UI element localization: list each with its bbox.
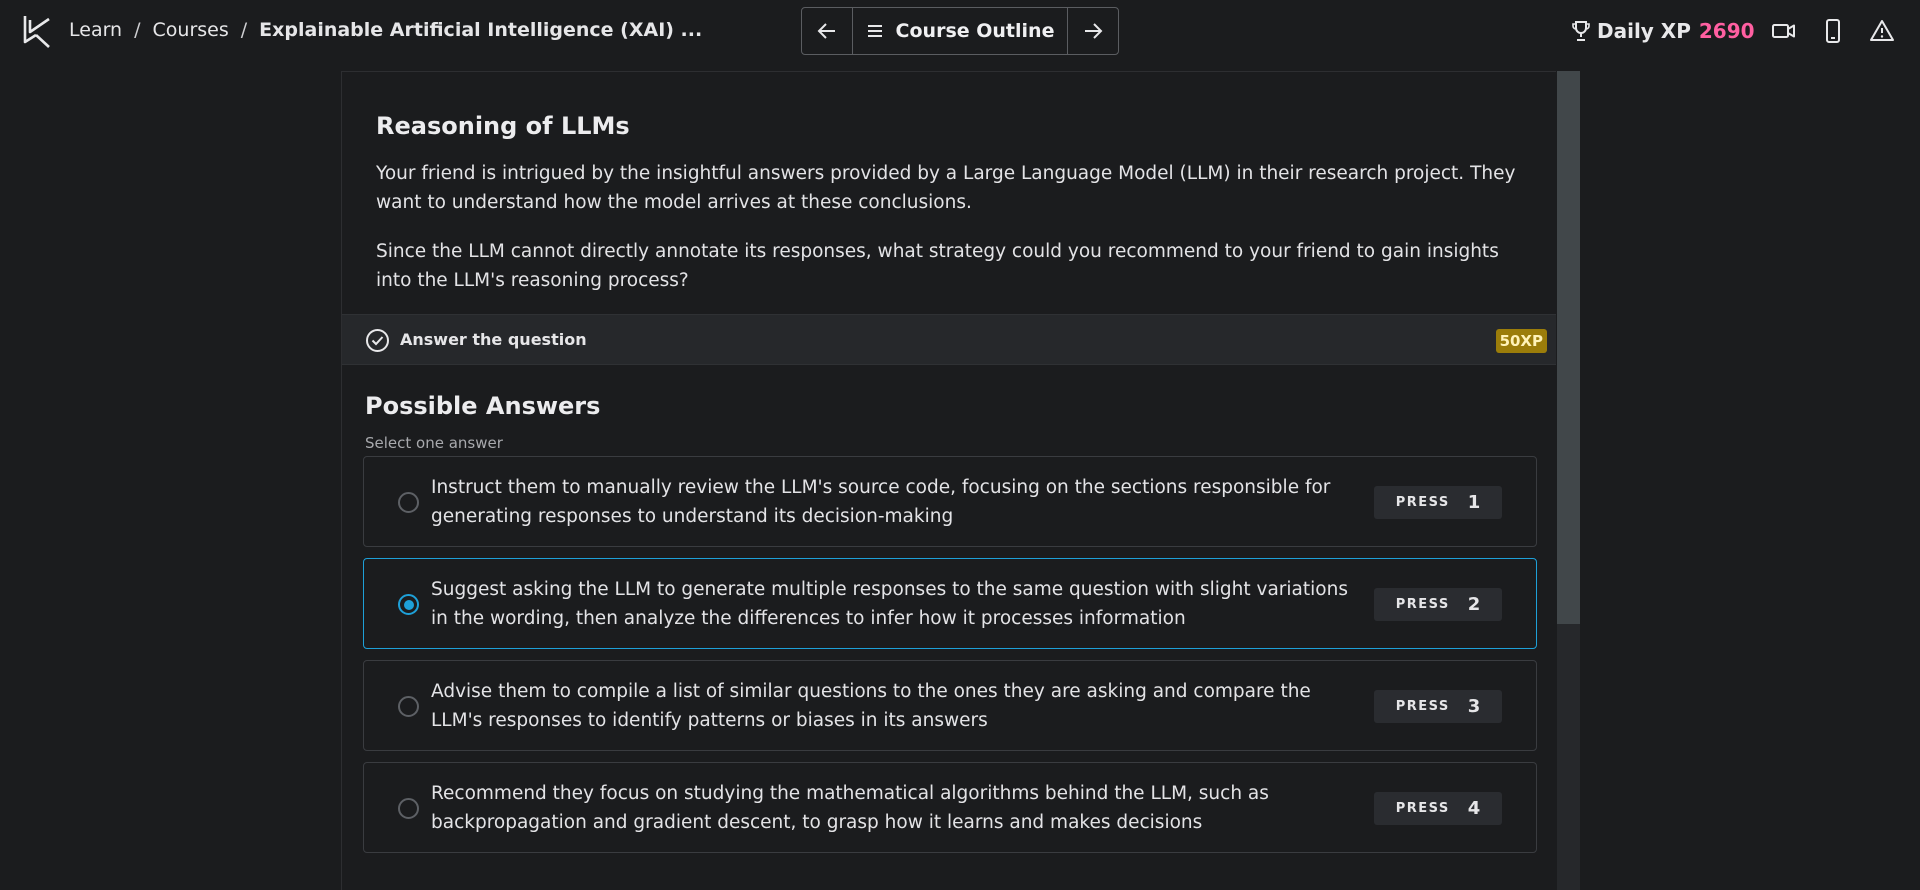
breadcrumb-course-title[interactable]: Explainable Artificial Intelligence (XAI… <box>259 19 702 41</box>
shortcut-key: 2 <box>1467 594 1481 615</box>
answers-subheading: Select one answer <box>365 434 503 452</box>
breadcrumb-learn[interactable]: Learn <box>69 19 122 41</box>
daily-xp: Daily XP 2690 <box>1571 16 1755 46</box>
breadcrumb-separator: / <box>134 19 141 41</box>
press-label: PRESS <box>1395 495 1450 510</box>
answer-text: Recommend they focus on studying the mat… <box>431 783 1269 833</box>
previous-exercise-button[interactable] <box>802 8 852 54</box>
exercise-panel: Reasoning of LLMs Your friend is intrigu… <box>341 71 1556 890</box>
course-outline-label: Course Outline <box>895 20 1055 42</box>
next-exercise-button[interactable] <box>1068 8 1118 54</box>
answer-option-4[interactable]: Recommend they focus on studying the mat… <box>363 762 1537 853</box>
answer-text: Instruct them to manually review the LLM… <box>431 477 1331 527</box>
keyboard-shortcut-badge: PRESS 3 <box>1374 690 1502 723</box>
press-label: PRESS <box>1395 699 1450 714</box>
radio-button[interactable] <box>398 696 419 717</box>
course-navigation: Course Outline <box>801 7 1119 55</box>
shortcut-key: 3 <box>1467 696 1481 717</box>
instruction-label: Answer the question <box>400 330 587 349</box>
breadcrumb: Learn / Courses / Explainable Artificial… <box>69 18 702 42</box>
breadcrumb-courses[interactable]: Courses <box>153 19 229 41</box>
trophy-icon <box>1572 21 1590 41</box>
instruction-bar: Answer the question 50XP <box>342 314 1556 365</box>
shortcut-key: 4 <box>1467 798 1481 819</box>
daily-xp-value: 2690 <box>1698 19 1755 43</box>
exercise-question: Since the LLM cannot directly annotate i… <box>376 241 1499 291</box>
datacamp-logo-icon[interactable] <box>22 14 52 50</box>
scrollbar[interactable] <box>1557 71 1580 890</box>
arrow-left-icon <box>817 23 835 39</box>
daily-xp-label: Daily XP <box>1597 19 1691 43</box>
scrollbar-thumb[interactable] <box>1557 71 1580 624</box>
keyboard-shortcut-badge: PRESS 1 <box>1374 486 1502 519</box>
answer-text: Advise them to compile a list of similar… <box>431 681 1311 731</box>
menu-icon <box>867 25 882 37</box>
radio-button-selected[interactable] <box>398 594 419 615</box>
top-bar: Learn / Courses / Explainable Artificial… <box>0 0 1920 62</box>
breadcrumb-separator: / <box>240 19 248 41</box>
exercise-title: Reasoning of LLMs <box>376 112 630 140</box>
shortcut-key: 1 <box>1467 492 1481 513</box>
answer-text: Suggest asking the LLM to generate multi… <box>431 579 1348 629</box>
xp-badge: 50XP <box>1495 329 1547 353</box>
keyboard-shortcut-badge: PRESS 4 <box>1374 792 1502 825</box>
check-circle-icon <box>366 329 389 352</box>
answer-option-1[interactable]: Instruct them to manually review the LLM… <box>363 456 1537 547</box>
press-label: PRESS <box>1395 801 1450 816</box>
answers-heading: Possible Answers <box>365 392 601 420</box>
course-outline-button[interactable]: Course Outline <box>852 8 1068 54</box>
press-label: PRESS <box>1395 597 1450 612</box>
video-icon[interactable] <box>1771 18 1797 44</box>
answer-option-3[interactable]: Advise them to compile a list of similar… <box>363 660 1537 751</box>
answer-option-2[interactable]: Suggest asking the LLM to generate multi… <box>363 558 1537 649</box>
exercise-context: Your friend is intrigued by the insightf… <box>376 163 1516 213</box>
radio-button[interactable] <box>398 798 419 819</box>
radio-button[interactable] <box>398 492 419 513</box>
arrow-right-icon <box>1085 23 1103 39</box>
mobile-icon[interactable] <box>1820 18 1846 44</box>
keyboard-shortcut-badge: PRESS 2 <box>1374 588 1502 621</box>
alert-icon[interactable] <box>1869 18 1895 44</box>
